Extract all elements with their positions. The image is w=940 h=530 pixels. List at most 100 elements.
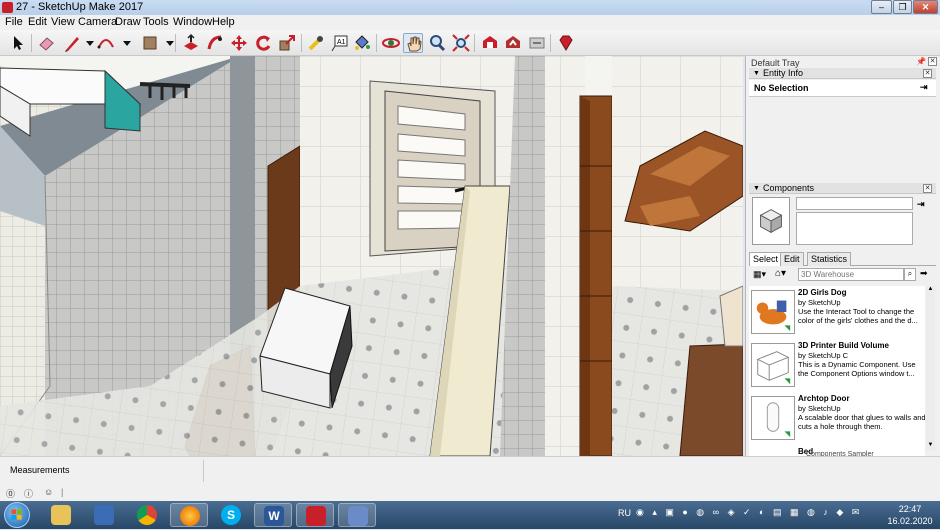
system-tray-icons[interactable]: ◉ ▴ ▣ ● ◍ ∞ ◈ ✓ ◐ ▤ ▦ ◍ ♪ ◆ ✉ [636,507,866,521]
chevron-down-icon [166,41,174,46]
list-item[interactable]: 2D Girls Dog by SketchUp Use the Interac… [749,288,925,338]
list-item[interactable]: Archtop Door by SketchUp A scalable door… [749,394,925,444]
tab-select[interactable]: Select [749,252,783,266]
follow-me-icon [207,35,222,50]
list-item[interactable]: 3D Printer Build Volume by SketchUp C Th… [749,341,925,391]
clock[interactable]: 22:47 16.02.2020 [885,503,935,527]
menu-edit[interactable]: Edit [28,16,47,29]
rotate-icon [256,35,271,51]
select-tool[interactable] [8,33,28,53]
component-name-field[interactable] [796,197,913,210]
user-icon[interactable]: ☺ [44,487,53,497]
push-pull-tool[interactable] [181,33,201,53]
rotate-tool[interactable] [253,33,273,53]
scroll-down-icon[interactable]: ▼ [926,442,935,451]
component-list-scrollbar[interactable]: ▲ ▼ [926,286,935,451]
menu-window[interactable]: Window [173,16,212,29]
model-viewport[interactable] [0,56,743,456]
default-tray: Default Tray 📌 ✕ ▼ Entity Info ✕ No Sele… [745,56,940,458]
entity-info-header[interactable]: ▼ Entity Info ✕ [749,68,936,79]
home-icon[interactable]: ⌂▾ [775,268,786,279]
minimize-button[interactable]: – [871,0,892,14]
menu-view[interactable]: View [51,16,75,29]
close-button[interactable]: ✕ [913,0,938,14]
component-description: Use the Interact Tool to change the colo… [798,307,918,325]
tab-statistics[interactable]: Statistics [807,252,852,266]
selection-status: No Selection [754,83,809,93]
arc-dropdown[interactable] [117,33,131,53]
cube-icon [759,209,783,234]
follow-me-tool[interactable] [205,33,225,53]
components-header[interactable]: ▼ Components ✕ [749,183,936,194]
taskbar-paint[interactable] [338,503,376,527]
component-thumbnail [751,396,795,440]
rectangle-tool[interactable] [140,33,160,53]
scale-tool[interactable] [277,33,297,53]
entity-info-close-icon[interactable]: ✕ [923,69,932,78]
cursor-icon [14,36,23,50]
menu-help[interactable]: Help [212,16,235,29]
line-tool[interactable] [62,33,82,53]
menu-tools[interactable]: Tools [143,16,169,29]
zoom-extents-icon [452,34,470,52]
text-icon: A1 [331,35,348,52]
menu-camera[interactable]: Camera [78,16,117,29]
language-indicator[interactable]: RU [618,508,631,518]
windows-taskbar: S W RU ◉ ▴ ▣ ● ◍ ∞ ◈ ✓ ◐ ▤ ▦ ◍ ♪ ◆ ✉ 22:… [0,501,940,529]
components-close-icon[interactable]: ✕ [923,184,932,193]
taskbar-chrome[interactable] [128,503,166,527]
scroll-up-icon[interactable]: ▲ [926,286,935,295]
taskbar-word[interactable]: W [254,503,292,527]
entity-info-title: Entity Info [763,68,804,78]
forward-arrow-icon[interactable]: ➡ [920,268,928,279]
search-input[interactable] [798,268,904,281]
dog-thumbnail-icon [756,300,791,332]
skype-icon: S [221,505,241,525]
menu-file[interactable]: File [5,16,23,29]
taskbar-firefox[interactable] [170,503,208,527]
credit-icon[interactable]: ⓘ [24,487,33,500]
measurements-box[interactable]: Measurements [4,460,204,482]
svg-text:A1: A1 [337,39,346,46]
toolbar-separator [301,34,302,52]
pan-tool[interactable] [403,33,423,53]
ruby-tool[interactable] [556,33,576,53]
pin-icon[interactable]: 📌 [916,57,926,66]
zoom-tool[interactable] [427,33,447,53]
sketchup-app-icon [2,2,13,13]
taskbar-explorer[interactable] [42,503,80,527]
taskbar-media[interactable] [85,503,123,527]
taskbar-sketchup[interactable] [296,503,334,527]
menu-draw[interactable]: Draw [115,16,141,29]
warehouse-tool[interactable] [480,33,500,53]
search-icon[interactable]: ⌕ [904,268,916,281]
zoom-extents-tool[interactable] [451,33,471,53]
tape-measure-tool[interactable] [306,33,326,53]
extension-warehouse-tool[interactable] [527,33,547,53]
move-tool[interactable] [229,33,249,53]
printer-volume-thumbnail-icon [756,351,791,385]
arc-tool[interactable] [96,33,116,53]
text-tool[interactable]: A1 [330,33,350,53]
details-arrow-icon[interactable]: ⇥ [920,82,928,93]
component-list: 2D Girls Dog by SketchUp Use the Interac… [749,286,925,456]
chevron-down-icon [123,41,131,46]
taskbar-skype[interactable]: S [212,503,250,527]
details-arrow-icon[interactable]: ⇥ [917,199,925,210]
share-model-tool[interactable] [503,33,523,53]
paint-bucket-tool[interactable] [352,33,372,53]
tab-edit[interactable]: Edit [780,252,804,266]
view-options-icon[interactable]: ▦▾ [753,269,766,280]
geo-location-icon[interactable]: ⓪ [6,487,15,500]
tray-close-icon[interactable]: ✕ [928,57,937,66]
line-dropdown[interactable] [80,33,94,53]
component-name: 2D Girls Dog [798,288,847,297]
component-description-field[interactable] [796,212,913,245]
eraser-tool[interactable] [37,33,57,53]
orbit-tool[interactable] [381,33,401,53]
component-name: 3D Printer Build Volume [798,341,889,350]
start-button[interactable] [4,502,30,528]
toolbar-separator [550,34,551,52]
maximize-button[interactable]: ❐ [893,0,912,14]
rectangle-dropdown[interactable] [160,33,174,53]
